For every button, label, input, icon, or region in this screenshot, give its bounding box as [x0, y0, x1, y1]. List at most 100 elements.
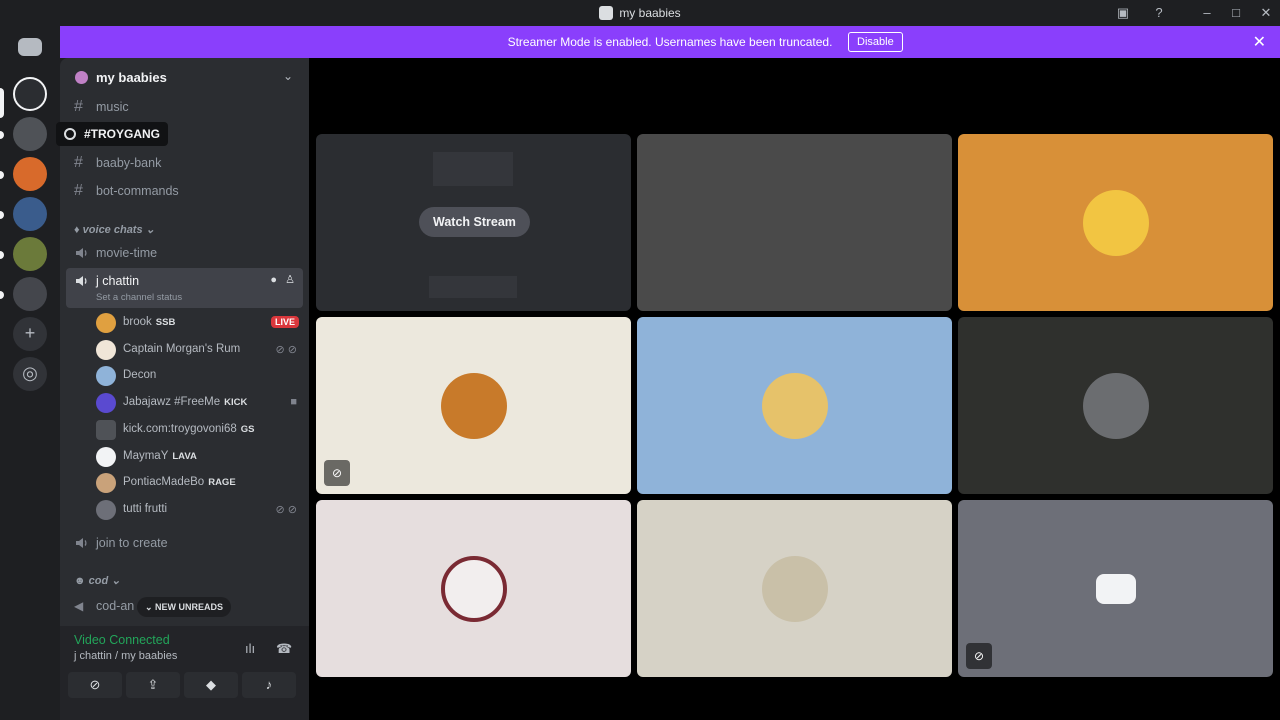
member-name: Jabajawz #FreeMe — [123, 396, 221, 408]
channel-music[interactable]: # music — [66, 94, 303, 120]
avatar — [761, 555, 828, 622]
member-name: brook — [123, 316, 152, 328]
video-tile-emoji[interactable] — [958, 134, 1273, 311]
channel-label: movie-time — [96, 246, 158, 260]
channel-label: baaby-bank — [96, 156, 162, 170]
camera-off-icon: ⊘ — [966, 643, 992, 669]
disable-streamer-mode-button[interactable]: Disable — [848, 32, 903, 52]
minimize-button[interactable]: – — [1198, 4, 1216, 22]
share-screen-button[interactable]: ⇪ — [126, 672, 180, 698]
discord-logo-icon — [1096, 574, 1136, 604]
channel-label: join to create — [96, 536, 168, 550]
avatar — [1082, 372, 1149, 439]
video-tile-tutti-frutti[interactable]: ⊘ — [958, 500, 1273, 677]
channel-bot-commands[interactable]: # bot-commands — [66, 178, 303, 204]
server-my-baabies[interactable] — [13, 77, 47, 111]
hash-icon: # — [74, 98, 83, 115]
channel-join-to-create[interactable]: join to create — [66, 530, 303, 556]
server-icon — [599, 6, 614, 20]
voice-connection-panel: Video Connected j chattin / my baabies ı… — [60, 626, 309, 720]
inbox-icon[interactable]: ▣ — [1114, 4, 1132, 22]
member-tag: KICK — [224, 397, 248, 408]
server-gew-skwad[interactable] — [13, 277, 47, 311]
video-tile-truck[interactable] — [958, 317, 1273, 494]
close-banner-icon[interactable]: ✕ — [1253, 32, 1266, 52]
video-tile-camera[interactable] — [637, 134, 952, 311]
video-tile-maymay[interactable] — [316, 500, 631, 677]
member-name: PontiacMadeBo — [123, 476, 205, 488]
voice-location[interactable]: j chattin / my baabies — [74, 650, 177, 662]
voice-status[interactable]: Video Connected — [74, 633, 170, 647]
avatar — [96, 420, 116, 440]
avatar — [96, 340, 116, 360]
selected-server-indicator — [0, 88, 4, 118]
avatar — [96, 393, 116, 413]
speaker-icon — [74, 273, 90, 289]
member-name: tutti frutti — [123, 503, 168, 515]
server-icon — [75, 71, 88, 84]
channel-movie-time[interactable]: movie-time — [66, 240, 303, 266]
voice-member[interactable]: PontiacMadeBo RAGE — [94, 471, 303, 495]
new-unreads-button[interactable]: ⌄ NEW UNREADS — [137, 597, 232, 617]
video-tile-decon[interactable] — [637, 317, 952, 494]
voice-member[interactable]: kick.com:troygovoni68 GS — [94, 418, 303, 442]
voice-member[interactable]: Captain Morgan's Rum ⊘ ⊘ — [94, 338, 303, 362]
server-troygang[interactable] — [13, 117, 47, 151]
soundboard-button[interactable]: ♪ — [242, 672, 296, 698]
member-tag: RAGE — [208, 477, 236, 488]
video-tile-rum[interactable]: ⊘ — [316, 317, 631, 494]
title-bar: my baabies ▣ ? – □ ✕ — [0, 0, 1280, 26]
voice-member[interactable]: Decon — [94, 364, 303, 388]
close-window-button[interactable]: ✕ — [1257, 4, 1275, 22]
server-gear-icon — [64, 128, 76, 140]
chat-icon[interactable]: ● — [270, 274, 277, 286]
disconnect-icon[interactable]: ☎ — [276, 641, 292, 657]
channel-label: cod-an — [96, 599, 135, 613]
avatar — [440, 372, 507, 439]
member-tag: SSB — [155, 317, 176, 328]
voice-member[interactable]: tutti frutti ⊘ ⊘ — [94, 498, 303, 522]
avatar — [96, 366, 116, 386]
unread-indicator — [0, 291, 4, 299]
category-cod[interactable]: ☻ cod ⌄ — [74, 574, 120, 587]
activity-button[interactable]: ◆ — [184, 672, 238, 698]
add-server-button[interactable]: + — [13, 317, 47, 351]
speaker-icon — [74, 535, 90, 551]
announcement-icon: ◀ — [74, 599, 84, 613]
server-fox[interactable] — [13, 157, 47, 191]
avatar — [440, 555, 507, 622]
server-header[interactable]: my baabies ⌄ — [60, 58, 309, 98]
channel-label: j chattin — [96, 274, 140, 288]
video-tile-pontiac[interactable] — [637, 500, 952, 677]
server-green[interactable] — [13, 237, 47, 271]
noise-suppression-icon[interactable]: ılı — [245, 641, 255, 656]
voice-member[interactable]: MaymaY LAVA — [94, 445, 303, 469]
window-title: my baabies — [0, 6, 1280, 20]
discord-home-icon[interactable] — [18, 38, 42, 56]
help-icon[interactable]: ? — [1150, 4, 1168, 22]
channel-baaby-bank[interactable]: # baaby-bank — [66, 150, 303, 176]
avatar — [96, 473, 116, 493]
camera-off-button[interactable]: ⊘ — [68, 672, 122, 698]
banner-message: Streamer Mode is enabled. Usernames have… — [507, 35, 833, 49]
invite-icon[interactable]: ♙ — [285, 273, 295, 286]
set-channel-status[interactable]: Set a channel status — [96, 292, 182, 303]
maximize-button[interactable]: □ — [1227, 4, 1245, 22]
category-label: cod — [88, 575, 109, 587]
voice-member[interactable]: brook SSB LIVE — [94, 311, 303, 335]
stream-tile[interactable]: Watch Stream — [316, 134, 631, 311]
camera-off-icon: ⊘ — [324, 460, 350, 486]
hash-icon: # — [74, 182, 83, 199]
voice-member[interactable]: Jabajawz #FreeMe KICK ■ — [94, 391, 303, 415]
watch-stream-button[interactable]: Watch Stream — [419, 207, 530, 237]
discord-window: my baabies ▣ ? – □ ✕ + ◎ Streamer Mode i… — [0, 0, 1280, 720]
avatar — [96, 500, 116, 520]
server-jaba-jawz[interactable] — [13, 197, 47, 231]
member-name: MaymaY — [123, 450, 169, 462]
muted-deafened-icon: ⊘ ⊘ — [275, 504, 298, 516]
stream-preview — [433, 152, 513, 186]
channel-j-chattin[interactable]: j chattin Set a channel status ● ♙ — [66, 268, 303, 308]
discover-icon[interactable]: ◎ — [13, 357, 47, 391]
category-voice-chats[interactable]: ♦ voice chats ⌄ — [74, 223, 155, 236]
channel-label: music — [96, 100, 129, 114]
